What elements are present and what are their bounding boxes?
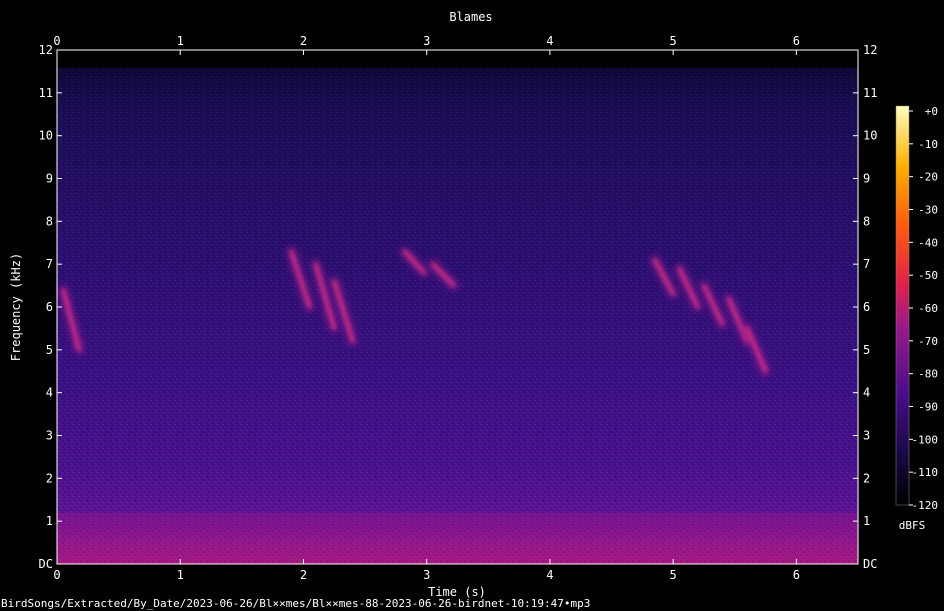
plot-top-band xyxy=(57,50,858,68)
colorbar-tick-label-12: -120 xyxy=(912,499,939,512)
x-tick-label-bottom-0: 0 xyxy=(53,568,60,582)
colorbar-tick-label-1: -10 xyxy=(918,138,938,151)
x-tick-label-top-0: 0 xyxy=(53,34,60,48)
x-tick-label-bottom-3: 3 xyxy=(423,568,430,582)
colorbar-tick-label-10: -100 xyxy=(912,433,939,446)
colorbar: +0 -10 -20 -30 -40 -50 -60 -70 -80 -90 -100 -110 -12… xyxy=(895,105,938,532)
x-tick-label-bottom-1: 1 xyxy=(177,568,184,582)
y-tick-label-right-6: 6 xyxy=(863,300,870,314)
colorbar-tick-label-3: -30 xyxy=(918,204,938,217)
colorbar-ticks: +0 -10 -20 -30 -40 -50 -60 -70 -80 -90 -100 -110 -12… xyxy=(909,105,938,512)
y-tick-label-right-4: 4 xyxy=(863,386,870,400)
y-tick-label-right-11: 11 xyxy=(863,86,877,100)
x-tick-label-top-2: 2 xyxy=(300,34,307,48)
chart-title: Blames xyxy=(449,10,492,24)
y-tick-label-left-7: 7 xyxy=(46,257,53,271)
colorbar-tick-label-11: -110 xyxy=(912,466,939,479)
colorbar-tick-label-0: +0 xyxy=(925,105,938,118)
y-tick-label-right-7: 7 xyxy=(863,257,870,271)
y-tick-label-right-8: 8 xyxy=(863,214,870,228)
y-tick-label-right-1: 1 xyxy=(863,514,870,528)
x-tick-label-top-4: 4 xyxy=(546,34,553,48)
y-tick-label-right-0: DC xyxy=(863,557,877,571)
colorbar-label: dBFS xyxy=(899,519,926,532)
y-tick-label-left-4: 4 xyxy=(46,386,53,400)
x-tick-label-top-6: 6 xyxy=(793,34,800,48)
colorbar-tick-label-6: -60 xyxy=(918,302,938,315)
y-tick-label-left-3: 3 xyxy=(46,429,53,443)
y-tick-label-right-3: 3 xyxy=(863,429,870,443)
spectrogram-chart: Blames 0123456 0123456 DC123456789101112… xyxy=(1,10,938,610)
y-tick-label-right-10: 10 xyxy=(863,129,877,143)
colorbar-tick-label-5: -50 xyxy=(918,269,938,282)
y-tick-label-left-2: 2 xyxy=(46,471,53,485)
file-path: BirdSongs/Extracted/By_Date/2023-06-26/B… xyxy=(1,597,590,610)
colorbar-tick-label-9: -90 xyxy=(918,401,938,414)
y-tick-label-left-8: 8 xyxy=(46,214,53,228)
y-tick-label-left-5: 5 xyxy=(46,343,53,357)
colorbar-tick-label-2: -20 xyxy=(918,171,938,184)
colorbar-tick-label-7: -70 xyxy=(918,335,938,348)
x-tick-label-top-5: 5 xyxy=(670,34,677,48)
x-tick-label-top-3: 3 xyxy=(423,34,430,48)
spectrogram-plot xyxy=(57,50,858,564)
y-tick-label-left-12: 12 xyxy=(39,43,53,57)
x-tick-label-bottom-2: 2 xyxy=(300,568,307,582)
colorbar-tick-label-4: -40 xyxy=(918,236,938,249)
x-tick-label-top-1: 1 xyxy=(177,34,184,48)
low-frequency-band xyxy=(57,512,858,564)
x-tick-label-bottom-4: 4 xyxy=(546,568,553,582)
x-tick-label-bottom-5: 5 xyxy=(670,568,677,582)
y-axis-label: Frequency (kHz) xyxy=(9,253,23,361)
x-tick-label-bottom-6: 6 xyxy=(793,568,800,582)
y-tick-label-left-1: 1 xyxy=(46,514,53,528)
y-tick-label-left-11: 11 xyxy=(39,86,53,100)
y-tick-label-right-2: 2 xyxy=(863,471,870,485)
y-tick-label-left-6: 6 xyxy=(46,300,53,314)
colorbar-tick-label-8: -80 xyxy=(918,368,938,381)
y-tick-label-left-9: 9 xyxy=(46,172,53,186)
y-tick-label-left-10: 10 xyxy=(39,129,53,143)
y-tick-label-left-0: DC xyxy=(39,557,53,571)
y-tick-label-right-5: 5 xyxy=(863,343,870,357)
y-tick-label-right-9: 9 xyxy=(863,172,870,186)
colorbar-gradient xyxy=(895,105,910,506)
y-tick-label-right-12: 12 xyxy=(863,43,877,57)
